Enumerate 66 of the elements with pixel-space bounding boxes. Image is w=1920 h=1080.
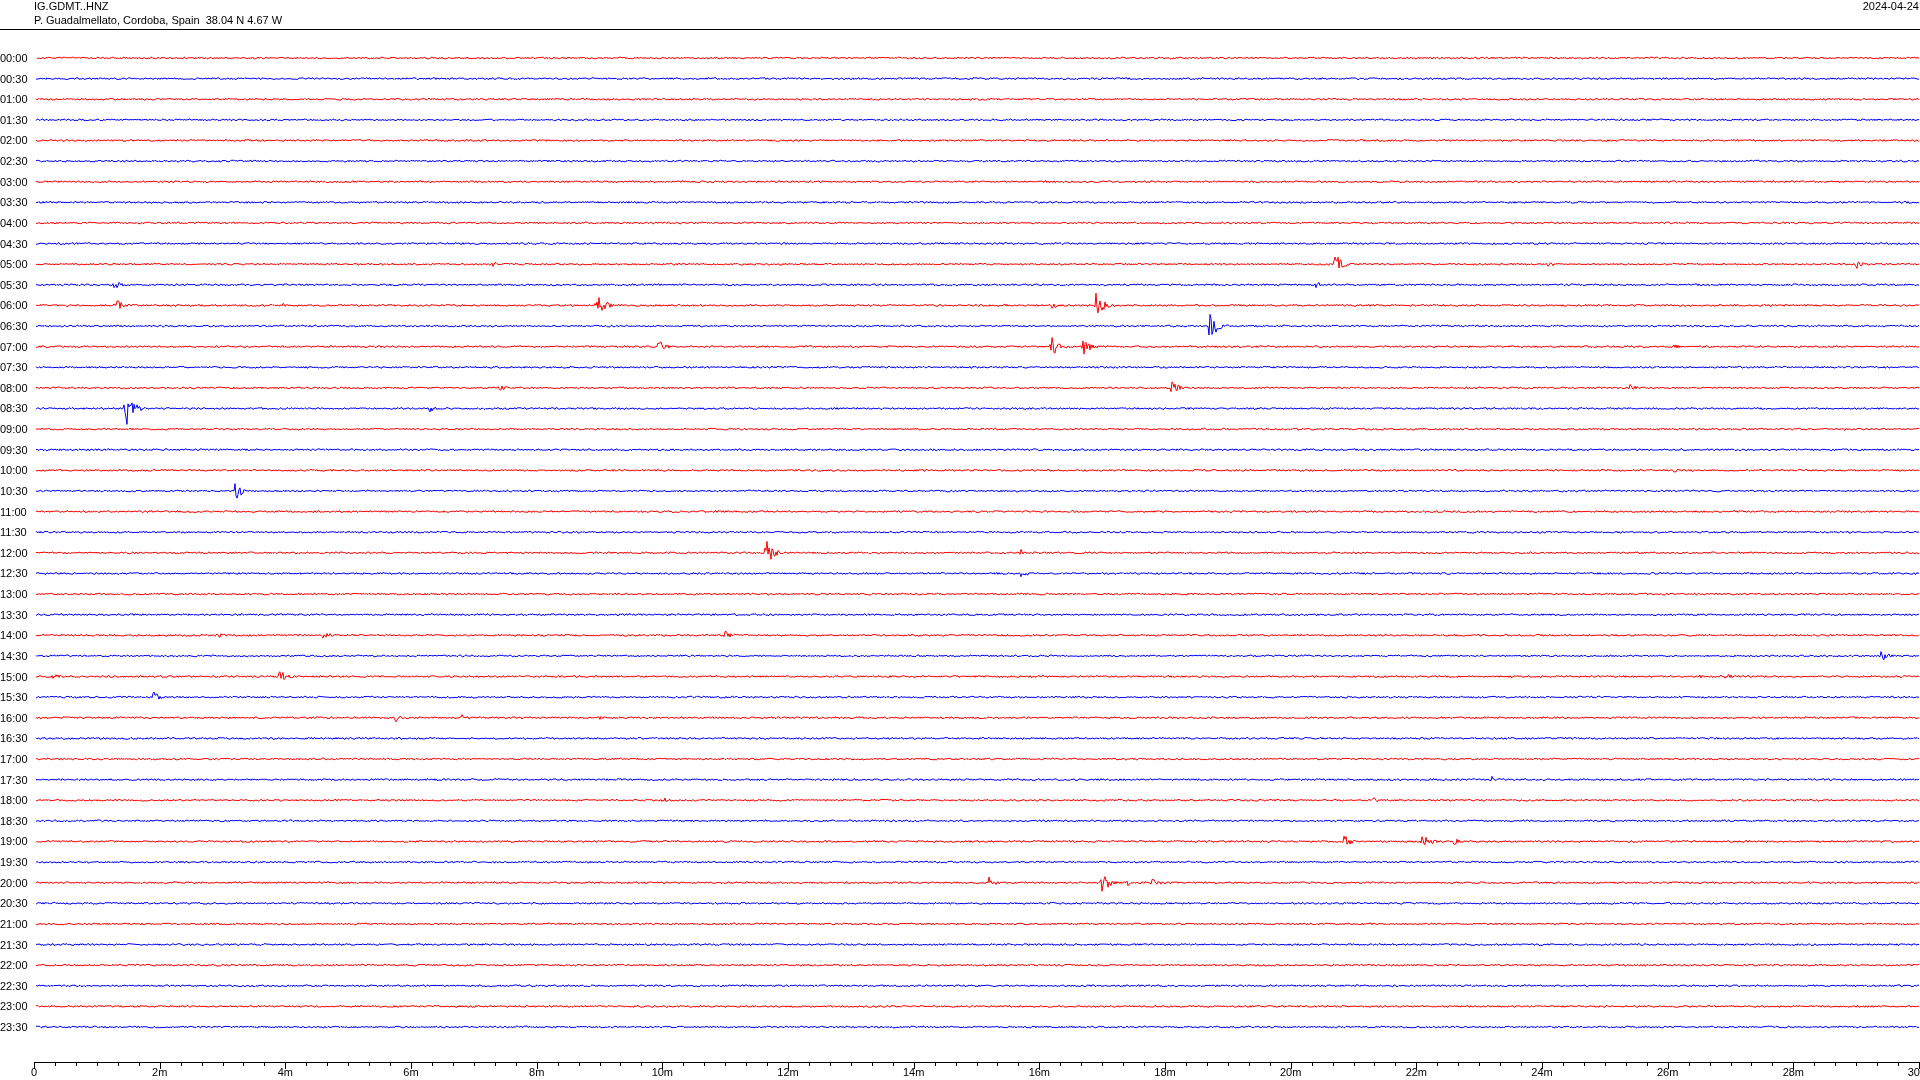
axis-label: 16m [1028,1066,1051,1078]
axis-label: 28m [1782,1066,1805,1078]
time-label: 01:30 [0,113,28,126]
axis-label: 8m [529,1066,545,1078]
time-label: 21:00 [0,917,28,930]
time-label: 13:30 [0,608,28,621]
time-label: 19:30 [0,856,28,869]
time-label: 11:00 [0,505,27,518]
time-label: 12:00 [0,546,28,559]
axis-label: 20m [1279,1066,1302,1078]
station-location: P. Guadalmellato, Cordoba, Spain 38.04 N 4.67 W [34,14,283,26]
time-label: 01:00 [0,93,28,106]
time-label: 00:00 [0,52,28,64]
time-label: 15:00 [0,670,28,683]
time-label: 12:30 [0,567,28,580]
time-label: 04:00 [0,216,28,229]
time-label: 11:30 [0,526,27,539]
time-label: 19:00 [0,835,28,848]
axis-label: 24m [1531,1066,1553,1078]
time-label: 08:30 [0,402,28,415]
time-label: 14:30 [0,649,28,662]
time-label: 17:00 [0,753,28,765]
axis-label: 22m [1405,1066,1428,1078]
time-label: 16:30 [0,732,28,745]
time-label: 05:00 [0,258,28,271]
time-label: 10:00 [0,464,28,477]
time-label: 06:30 [0,320,28,332]
time-label: 14:00 [0,629,28,642]
time-label: 21:30 [0,938,28,951]
time-label: 23:00 [0,1000,28,1013]
time-label: 13:00 [0,588,28,601]
axis-label: 14m [902,1066,925,1078]
time-label: 15:30 [0,691,28,704]
time-label: 18:30 [0,814,28,827]
time-label: 06:00 [0,299,28,312]
time-label: 22:00 [0,959,28,972]
time-label: 10:30 [0,484,28,497]
axis-label: 30 [1907,1066,1920,1078]
time-label: 04:30 [0,237,28,250]
axis-label: 12m [777,1066,799,1078]
axis-label: 18m [1154,1066,1176,1078]
time-label: 16:00 [0,711,28,724]
time-label: 07:30 [0,361,28,374]
time-label: 05:30 [0,278,28,291]
time-label: 03:00 [0,175,28,188]
time-label: 09:00 [0,423,28,436]
station-code: IG.GDMT..HNZ [34,0,109,12]
time-label: 20:30 [0,897,28,910]
axis-label: 6m [403,1066,419,1078]
time-label: 07:00 [0,340,28,353]
axis-label: 4m [277,1066,293,1078]
axis-label: 10m [651,1066,674,1078]
time-label: 18:00 [0,794,28,807]
plot-date: 2024-04-24 [1862,0,1919,12]
time-label: 03:30 [0,196,28,209]
time-label: 22:30 [0,979,28,992]
time-label: 20:00 [0,876,28,889]
axis-label: 26m [1656,1066,1679,1078]
time-label: 09:30 [0,443,28,456]
axis-label: 2m [152,1066,168,1078]
time-label: 08:00 [0,381,28,394]
time-label: 00:30 [0,72,28,85]
time-label: 02:00 [0,134,28,147]
time-label: 17:30 [0,773,28,786]
time-label: 23:30 [0,1021,28,1033]
time-label: 02:30 [0,155,28,168]
